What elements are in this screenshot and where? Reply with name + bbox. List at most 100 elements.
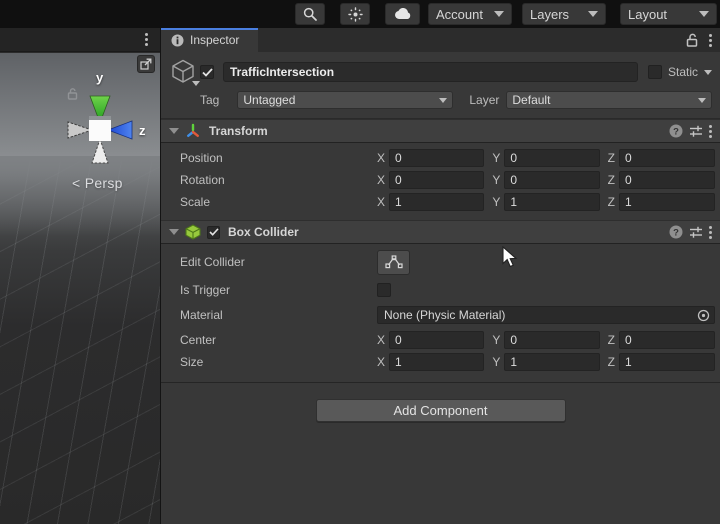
add-component-label: Add Component xyxy=(393,403,488,418)
foldout-arrow-icon[interactable] xyxy=(169,229,179,235)
maximize-view-button[interactable] xyxy=(137,55,155,73)
info-icon xyxy=(171,34,184,46)
tag-value: Untagged xyxy=(243,93,296,107)
axis-y-label: Y xyxy=(492,195,501,209)
object-picker-icon[interactable] xyxy=(697,309,710,322)
center-row: Center X Y Z xyxy=(161,329,720,351)
scale-y-input[interactable] xyxy=(504,193,600,211)
position-row: Position X Y Z xyxy=(161,147,720,169)
component-menu-kebab-icon[interactable] xyxy=(709,124,712,138)
help-icon[interactable]: ? xyxy=(669,124,683,138)
position-y-input[interactable] xyxy=(504,149,600,167)
static-flags-chevron-icon[interactable] xyxy=(704,69,712,75)
box-collider-component-header[interactable]: Box Collider ? xyxy=(161,220,720,244)
maximize-icon xyxy=(140,58,152,70)
is-trigger-checkbox[interactable] xyxy=(377,283,391,297)
edit-collider-button[interactable] xyxy=(377,249,410,275)
component-menu-kebab-icon[interactable] xyxy=(709,225,712,239)
edit-collider-row: Edit Collider xyxy=(161,248,720,276)
gameobject-icon-button[interactable] xyxy=(170,58,200,86)
axis-x-label: X xyxy=(377,195,386,209)
help-icon[interactable]: ? xyxy=(669,225,683,239)
gameobject-header: Static Tag Untagged Layer Default xyxy=(161,52,720,119)
box-collider-body: Edit Collider Is Trigger Material None (… xyxy=(161,244,720,383)
rotation-y-input[interactable] xyxy=(504,171,600,189)
scene-tab-bar xyxy=(0,28,160,52)
position-x-input[interactable] xyxy=(389,149,485,167)
unlock-icon[interactable] xyxy=(686,33,698,47)
material-value: None (Physic Material) xyxy=(384,308,506,322)
layer-label: Layer xyxy=(469,93,500,107)
inspector-menu-kebab-icon[interactable] xyxy=(709,33,712,47)
center-label: Center xyxy=(180,333,217,347)
scene-menu-kebab-icon[interactable] xyxy=(145,33,148,46)
light-mode-button[interactable] xyxy=(340,3,370,25)
cloud-services-button[interactable] xyxy=(385,3,420,25)
rotation-z-input[interactable] xyxy=(619,171,715,189)
gizmo-y-axis-label[interactable]: y xyxy=(96,70,103,85)
layer-dropdown[interactable]: Default xyxy=(506,91,712,109)
axis-x-label: X xyxy=(377,355,386,369)
axis-x-label: X xyxy=(377,173,386,187)
transform-title: Transform xyxy=(209,124,268,138)
presets-icon[interactable] xyxy=(689,125,703,137)
layers-dropdown[interactable]: Layers xyxy=(522,3,606,25)
box-collider-icon xyxy=(185,224,201,240)
unity-editor-window: Account Layers Layout y z < Persp Inspec… xyxy=(0,0,720,524)
inspector-tab-bar: Inspector xyxy=(161,28,720,52)
chevron-down-icon xyxy=(699,11,709,17)
size-x-input[interactable] xyxy=(389,353,485,371)
axis-z-label: Z xyxy=(607,355,615,369)
size-z-input[interactable] xyxy=(619,353,715,371)
gizmo-z-axis-label[interactable]: z xyxy=(139,123,146,138)
perspective-mode-label[interactable]: < Persp xyxy=(72,175,123,191)
account-dropdown-label: Account xyxy=(436,6,483,22)
center-x-input[interactable] xyxy=(389,331,485,349)
presets-icon[interactable] xyxy=(689,226,703,238)
cloud-icon xyxy=(394,8,410,19)
gameobject-name-input[interactable] xyxy=(223,62,638,82)
layout-dropdown-label: Layout xyxy=(628,6,668,22)
inspector-tab-label: Inspector xyxy=(190,33,240,47)
active-checkbox[interactable] xyxy=(200,65,214,79)
axis-x-label: X xyxy=(377,151,386,165)
chevron-down-icon xyxy=(192,81,200,86)
svg-text:?: ? xyxy=(673,227,679,238)
search-button[interactable] xyxy=(295,3,325,25)
account-dropdown[interactable]: Account xyxy=(428,3,512,25)
position-z-input[interactable] xyxy=(619,149,715,167)
center-z-input[interactable] xyxy=(619,331,715,349)
scene-ground-grid xyxy=(0,156,160,524)
box-collider-title: Box Collider xyxy=(228,225,299,239)
axis-z-label: Z xyxy=(607,195,615,209)
tab-inspector[interactable]: Inspector xyxy=(161,28,258,52)
axis-z-label: Z xyxy=(607,333,615,347)
layers-dropdown-label: Layers xyxy=(530,6,570,22)
foldout-arrow-icon[interactable] xyxy=(169,128,179,134)
gizmo-lock-icon[interactable] xyxy=(67,87,78,103)
axis-z-label: Z xyxy=(607,173,615,187)
add-component-button[interactable]: Add Component xyxy=(315,399,566,422)
axis-y-label: Y xyxy=(492,355,501,369)
persp-text: Persp xyxy=(84,175,123,191)
axis-x-label: X xyxy=(377,333,386,347)
center-y-input[interactable] xyxy=(504,331,600,349)
static-label: Static xyxy=(667,65,698,79)
persp-arrow: < xyxy=(72,175,81,191)
rotation-x-input[interactable] xyxy=(389,171,485,189)
layout-dropdown[interactable]: Layout xyxy=(620,3,717,25)
static-checkbox[interactable] xyxy=(647,65,662,79)
collider-enabled-checkbox[interactable] xyxy=(207,225,220,239)
layer-value: Default xyxy=(512,93,551,107)
axis-y-label: Y xyxy=(492,173,501,187)
edit-collider-label: Edit Collider xyxy=(180,255,245,269)
scale-x-input[interactable] xyxy=(389,193,485,211)
tag-dropdown[interactable]: Untagged xyxy=(237,91,454,109)
scale-z-input[interactable] xyxy=(619,193,715,211)
size-label: Size xyxy=(180,355,204,369)
scene-viewport[interactable]: y z < Persp xyxy=(0,53,160,524)
size-y-input[interactable] xyxy=(504,353,600,371)
material-object-field[interactable]: None (Physic Material) xyxy=(377,306,715,324)
scale-label: Scale xyxy=(180,195,211,209)
transform-component-header[interactable]: Transform ? xyxy=(161,119,720,143)
